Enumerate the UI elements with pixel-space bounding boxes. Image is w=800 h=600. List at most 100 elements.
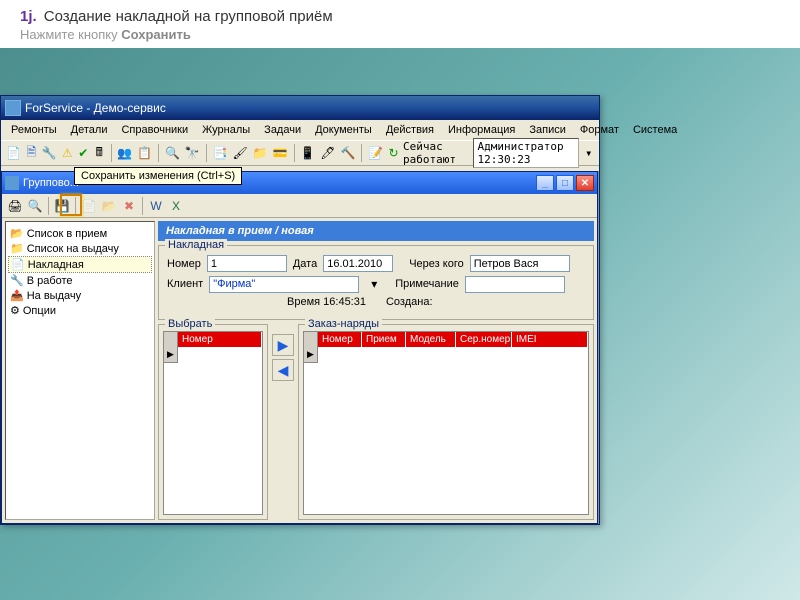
brush-icon[interactable]: 🖌 <box>231 144 248 162</box>
status-user: Администратор 12:30:23 <box>473 138 579 168</box>
step-number: 1j. <box>20 8 37 25</box>
menu-item[interactable]: Записи <box>523 122 572 138</box>
input-nomer[interactable] <box>207 255 287 272</box>
menu-item[interactable]: Формат <box>574 122 625 138</box>
label-sozdana: Создана: <box>386 296 433 308</box>
search-icon[interactable]: 🔍 <box>164 144 181 162</box>
open-icon[interactable]: 📂 <box>100 197 118 215</box>
new-doc-icon[interactable]: 📄 <box>5 144 22 162</box>
content-pane: Накладная в прием / новая Накладная Номе… <box>158 221 594 520</box>
col-header[interactable]: Номер <box>178 332 262 347</box>
child-title-text: Группово... <box>23 177 79 189</box>
grid-right-inner[interactable]: Номер Прием Модель Сер.номер IMEI ▶ <box>303 331 589 515</box>
label-prim: Примечание <box>395 278 459 290</box>
menu-item[interactable]: Детали <box>65 122 114 138</box>
grid-left: Выбрать Номер ▶ <box>158 324 268 520</box>
input-cherez[interactable] <box>470 255 570 272</box>
pen-icon[interactable]: 🖊 <box>319 144 336 162</box>
tree-item-selected[interactable]: 📄Накладная <box>8 256 152 273</box>
refresh-icon[interactable]: ↻ <box>387 144 400 162</box>
input-klient[interactable] <box>209 276 359 293</box>
preview-icon[interactable]: 🔍 <box>26 197 44 215</box>
grid-right: Заказ-наряды Номер Прием Модель Сер.номе… <box>298 324 594 520</box>
copy-icon[interactable]: 📄 <box>80 197 98 215</box>
menu-item[interactable]: Система <box>627 122 683 138</box>
note-icon[interactable]: 📝 <box>367 144 384 162</box>
page-icon: 📄 <box>11 258 25 271</box>
minimize-button[interactable]: _ <box>536 175 554 191</box>
folder-open-icon: 📂 <box>10 227 24 240</box>
col-header[interactable]: Номер <box>318 332 362 347</box>
folder-icon[interactable]: 📁 <box>252 144 269 162</box>
tool-icon[interactable]: 🔧 <box>41 144 58 162</box>
col-header[interactable]: Прием <box>362 332 406 347</box>
menu-item[interactable]: Информация <box>442 122 521 138</box>
step-title: Создание накладной на групповой приём <box>44 8 333 25</box>
menubar: Ремонты Детали Справочники Журналы Задач… <box>1 120 599 140</box>
menu-item[interactable]: Документы <box>309 122 378 138</box>
tree-item[interactable]: 📂Список в прием <box>8 226 152 241</box>
wrench-icon[interactable]: 🔨 <box>340 144 357 162</box>
dropdown-icon[interactable]: ▾ <box>583 144 596 162</box>
label-data: Дата <box>293 258 317 270</box>
close-button[interactable]: ✕ <box>576 175 594 191</box>
print-icon[interactable]: 🖨 <box>6 197 24 215</box>
grid-left-label: Выбрать <box>165 318 215 330</box>
tree-pane[interactable]: 📂Список в прием 📁Список на выдачу 📄Накла… <box>5 221 155 520</box>
child-toolbar: 🖨 🔍 💾 📄 📂 ✖ W X <box>2 194 597 218</box>
status-area: Сейчас работают Администратор 12:30:23 ▾ <box>403 138 595 168</box>
list-icon[interactable]: 📋 <box>136 144 153 162</box>
status-label: Сейчас работают <box>403 140 468 166</box>
people-icon[interactable]: 👥 <box>116 144 133 162</box>
tree-item[interactable]: ⚙Опции <box>8 303 152 318</box>
tool-icon: 🔧 <box>10 274 24 287</box>
fieldset-label: Накладная <box>165 239 227 251</box>
main-toolbar: 📄 🗎 🔧 ⚠ ✔ 🖩 👥 📋 🔍 🔭 📑 🖌 📁 💳 📱 🖊 🔨 📝 ↻ Се… <box>1 140 599 166</box>
move-left-button[interactable]: ◀ <box>272 359 294 381</box>
move-right-button[interactable]: ▶ <box>272 334 294 356</box>
warning-icon[interactable]: ⚠ <box>61 144 74 162</box>
titlebar[interactable]: ForService - Демо-сервис <box>1 96 599 120</box>
menu-item[interactable]: Журналы <box>196 122 256 138</box>
value-vremya: 16:45:31 <box>323 296 366 308</box>
col-header[interactable]: Сер.номер <box>456 332 512 347</box>
calc-icon[interactable]: 🖩 <box>93 144 106 162</box>
save-tooltip: Сохранить изменения (Ctrl+S) <box>74 167 242 185</box>
menu-item[interactable]: Задачи <box>258 122 307 138</box>
menu-item[interactable]: Справочники <box>115 122 194 138</box>
form-icon[interactable]: 📑 <box>212 144 229 162</box>
out-icon: 📤 <box>10 289 24 302</box>
child-window: Группово... _ □ ✕ Сохранить изменения (C… <box>1 171 598 524</box>
panel-title: Накладная в прием / новая <box>158 221 594 241</box>
label-vremya: Время <box>287 296 320 308</box>
gear-icon: ⚙ <box>10 304 20 317</box>
word-icon[interactable]: W <box>147 197 165 215</box>
menu-item[interactable]: Действия <box>380 122 440 138</box>
card-icon[interactable]: 💳 <box>272 144 289 162</box>
grid-left-inner[interactable]: Номер ▶ <box>163 331 263 515</box>
col-header[interactable]: IMEI <box>512 332 588 347</box>
menu-item[interactable]: Ремонты <box>5 122 63 138</box>
lookup-icon[interactable]: ▾ <box>365 275 383 293</box>
row-marker: ▶ <box>164 347 178 363</box>
label-klient: Клиент <box>167 278 203 290</box>
label-cherez: Через кого <box>409 258 463 270</box>
new-icon[interactable]: 🗎 <box>25 144 38 162</box>
save-highlight <box>60 194 82 216</box>
col-header[interactable]: Модель <box>406 332 456 347</box>
folder-closed-icon: 📁 <box>10 242 24 255</box>
check-icon[interactable]: ✔ <box>77 144 90 162</box>
tree-item[interactable]: 📁Список на выдачу <box>8 241 152 256</box>
input-prim[interactable] <box>465 276 565 293</box>
maximize-button[interactable]: □ <box>556 175 574 191</box>
excel-icon[interactable]: X <box>167 197 185 215</box>
phone-icon[interactable]: 📱 <box>299 144 316 162</box>
tree-item[interactable]: 🔧В работе <box>8 273 152 288</box>
step-subtitle: Нажмите кнопку Сохранить <box>20 27 780 42</box>
tree-item[interactable]: 📤На выдачу <box>8 288 152 303</box>
child-icon <box>5 176 19 190</box>
app-icon <box>5 100 21 116</box>
input-data[interactable] <box>323 255 393 272</box>
binoculars-icon[interactable]: 🔭 <box>184 144 201 162</box>
delete-icon[interactable]: ✖ <box>120 197 138 215</box>
